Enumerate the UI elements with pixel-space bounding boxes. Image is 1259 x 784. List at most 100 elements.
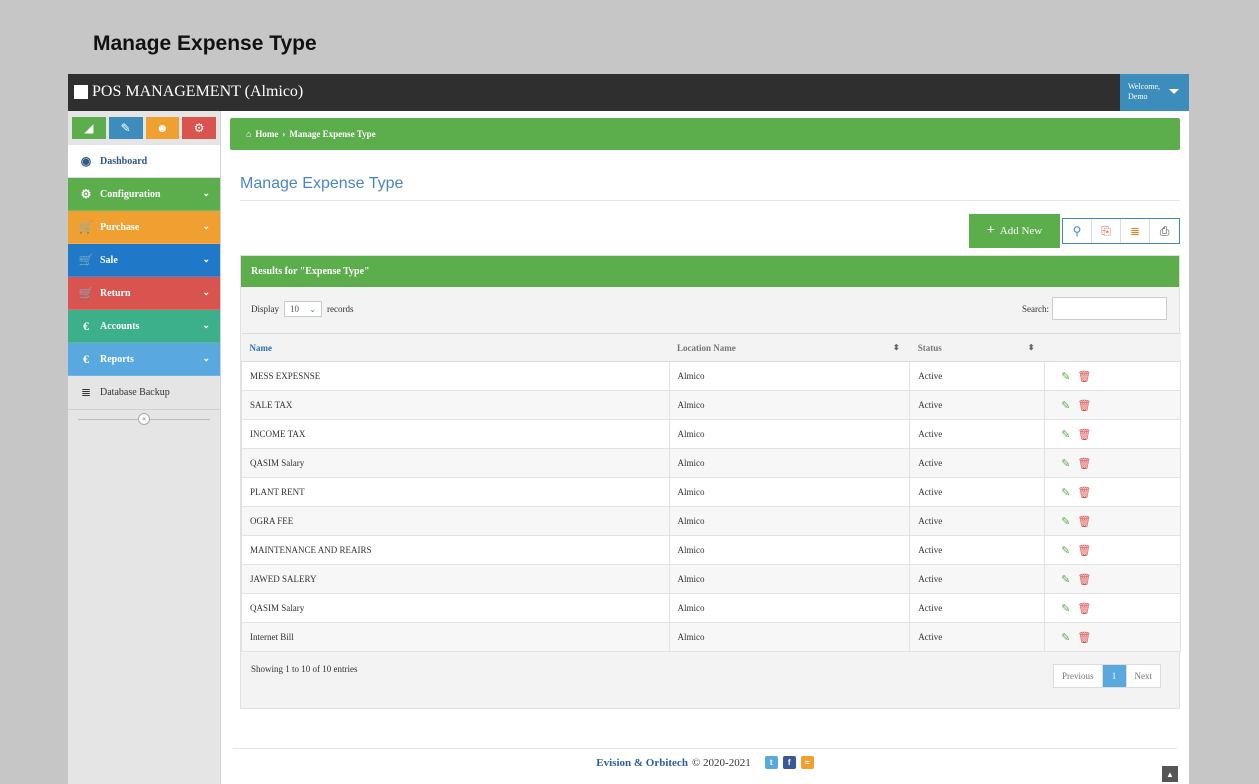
sidebar-item-accounts[interactable]: € Accounts ⌄ xyxy=(68,310,220,343)
table-search: Search: xyxy=(1022,297,1167,320)
pagination-next-button[interactable]: Next xyxy=(1126,665,1160,687)
cell-name: Internet Bill xyxy=(241,622,670,652)
scroll-to-top-button[interactable]: ▲ xyxy=(1162,766,1178,782)
edit-icon[interactable]: ✎ xyxy=(1061,486,1070,499)
plus-icon: + xyxy=(986,223,995,238)
page-footer: Evision & Orbitech © 2020-2021 t f ≈ xyxy=(230,756,1180,769)
cart-icon: 🛒 xyxy=(78,219,94,234)
edit-icon[interactable]: ✎ xyxy=(1061,457,1070,470)
sidebar-item-dashboard[interactable]: ◉ Dashboard xyxy=(68,145,220,178)
pdf-tool-button[interactable]: ⎘ xyxy=(1092,219,1121,243)
chevron-down-icon: ⌄ xyxy=(202,221,210,231)
brand-icon xyxy=(74,85,88,99)
sidebar-item-purchase[interactable]: 🛒 Purchase ⌄ xyxy=(68,211,220,244)
edit-icon[interactable]: ✎ xyxy=(1061,631,1070,644)
sidebar-item-database-backup[interactable]: ≣ Database Backup xyxy=(68,376,220,410)
edit-icon[interactable]: ✎ xyxy=(1061,370,1070,383)
edit-icon[interactable]: ✎ xyxy=(1061,602,1070,615)
column-header-location[interactable]: Location Name ⬍ xyxy=(669,333,910,362)
delete-icon[interactable]: 🗑 xyxy=(1077,370,1091,383)
column-header-status[interactable]: Status ⬍ xyxy=(909,333,1045,362)
search-input[interactable] xyxy=(1052,297,1167,320)
cell-actions: ✎ 🗑 xyxy=(1044,593,1181,623)
euro-icon: € xyxy=(83,351,89,366)
table-row: Internet Bill Almico Active ✎ 🗑 xyxy=(241,622,1181,652)
delete-icon[interactable]: 🗑 xyxy=(1077,399,1091,412)
rss-icon[interactable]: ≈ xyxy=(800,756,814,769)
top-navbar: POS MANAGEMENT (Almico) Welcome, Demo xyxy=(68,74,1189,111)
sidebar-item-label: Accounts xyxy=(100,320,140,332)
delete-icon[interactable]: 🗑 xyxy=(1077,544,1091,557)
twitter-icon[interactable]: t xyxy=(764,756,778,769)
cell-actions: ✎ 🗑 xyxy=(1044,564,1181,594)
delete-icon[interactable]: 🗑 xyxy=(1077,486,1091,499)
sidebar-collapse-button[interactable]: « xyxy=(138,413,150,425)
breadcrumb-current: Manage Expense Type xyxy=(289,129,376,139)
sidebar-item-sale[interactable]: 🛒 Sale ⌄ xyxy=(68,244,220,277)
pagination-previous-button[interactable]: Previous xyxy=(1054,665,1103,687)
edit-icon[interactable]: ✎ xyxy=(1061,573,1070,586)
table-row: OGRA FEE Almico Active ✎ 🗑 xyxy=(241,506,1181,536)
edit-icon[interactable]: ✎ xyxy=(1061,544,1070,557)
shortcut-users-button[interactable]: ☻ xyxy=(145,117,180,139)
page-size-control: Display 10 ⌄ records xyxy=(251,301,354,317)
sidebar-item-label: Purchase xyxy=(100,221,140,233)
cell-status: Active xyxy=(909,564,1046,594)
euro-icon: € xyxy=(83,318,89,333)
sidebar-item-configuration[interactable]: ⚙ Configuration ⌄ xyxy=(68,178,220,211)
row-actions: ✎ 🗑 xyxy=(1053,370,1180,383)
delete-icon[interactable]: 🗑 xyxy=(1077,602,1091,615)
delete-icon[interactable]: 🗑 xyxy=(1077,515,1091,528)
cart-icon: 🛒 xyxy=(78,252,94,267)
delete-icon[interactable]: 🗑 xyxy=(1077,457,1091,470)
shortcut-edit-button[interactable]: ✎ xyxy=(108,117,143,139)
cell-name: JAWED SALERY xyxy=(241,564,670,594)
add-new-button[interactable]: + Add New xyxy=(969,214,1060,248)
facebook-icon[interactable]: f xyxy=(782,756,796,769)
page-size-select[interactable]: 10 ⌄ xyxy=(284,301,322,317)
chevron-down-icon: ⌄ xyxy=(202,320,210,330)
shortcut-stats-button[interactable]: ◢ xyxy=(72,117,106,139)
row-actions: ✎ 🗑 xyxy=(1053,457,1180,470)
database-tool-button[interactable]: ≣ xyxy=(1121,219,1150,243)
edit-icon[interactable]: ✎ xyxy=(1061,515,1070,528)
edit-icon[interactable]: ✎ xyxy=(1061,428,1070,441)
chevron-down-icon: ⌄ xyxy=(202,188,210,198)
sidebar-item-reports[interactable]: € Reports ⌄ xyxy=(68,343,220,376)
cell-status: Active xyxy=(909,506,1046,536)
print-tool-button[interactable]: ⎙ xyxy=(1150,219,1179,243)
column-header-name[interactable]: Name xyxy=(241,333,670,362)
column-header-label: Status xyxy=(917,342,942,353)
table-header-row: Name Location Name ⬍ Status ⬍ xyxy=(241,333,1181,362)
cell-status: Active xyxy=(909,419,1046,449)
column-header-label: Location Name xyxy=(677,342,736,353)
pagination-page-button[interactable]: 1 xyxy=(1102,665,1127,687)
breadcrumb-home-link[interactable]: Home xyxy=(255,129,278,139)
footer-brand[interactable]: Evision & Orbitech xyxy=(596,757,688,769)
results-panel: Results for "Expense Type" Display 10 ⌄ … xyxy=(240,255,1181,709)
search-tool-button[interactable]: ⚲ xyxy=(1063,219,1092,243)
chart-icon: ◢ xyxy=(84,120,94,135)
sidebar-shortcuts: ◢ ✎ ☻ ⚙ xyxy=(68,111,220,145)
delete-icon[interactable]: 🗑 xyxy=(1077,573,1091,586)
chevron-down-icon: ⌄ xyxy=(309,304,316,314)
delete-icon[interactable]: 🗑 xyxy=(1077,631,1091,644)
shortcut-settings-button[interactable]: ⚙ xyxy=(182,117,216,139)
pdf-icon: ⎘ xyxy=(1101,223,1111,238)
cart-icon: 🛒 xyxy=(78,285,94,300)
cell-name: PLANT RENT xyxy=(241,477,670,507)
sidebar: ◢ ✎ ☻ ⚙ ◉ Dashboard ⚙ Configuration ⌄ 🛒 … xyxy=(68,111,221,784)
footer-copyright: © 2020-2021 xyxy=(691,756,751,769)
outer-page-title: Manage Expense Type xyxy=(93,32,317,55)
user-menu-button[interactable]: Welcome, Demo xyxy=(1120,74,1189,111)
sidebar-item-return[interactable]: 🛒 Return ⌄ xyxy=(68,277,220,310)
cell-status: Active xyxy=(909,361,1046,391)
brand[interactable]: POS MANAGEMENT (Almico) xyxy=(74,83,303,101)
edit-icon[interactable]: ✎ xyxy=(1061,399,1070,412)
table-row: JAWED SALERY Almico Active ✎ 🗑 xyxy=(241,564,1181,594)
database-icon: ≣ xyxy=(80,385,92,399)
add-new-label: Add New xyxy=(999,225,1043,237)
delete-icon[interactable]: 🗑 xyxy=(1077,428,1091,441)
main-content: ⌂ Home › Manage Expense Type Manage Expe… xyxy=(230,111,1181,784)
search-label: Search: xyxy=(1022,303,1049,314)
